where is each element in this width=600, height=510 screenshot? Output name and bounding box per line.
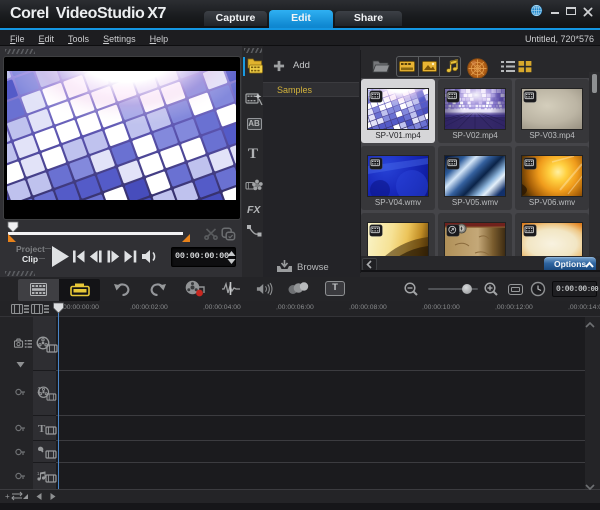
svg-text:T: T <box>38 423 46 435</box>
svg-text:+: + <box>5 492 10 501</box>
svg-text:1: 1 <box>37 471 40 476</box>
